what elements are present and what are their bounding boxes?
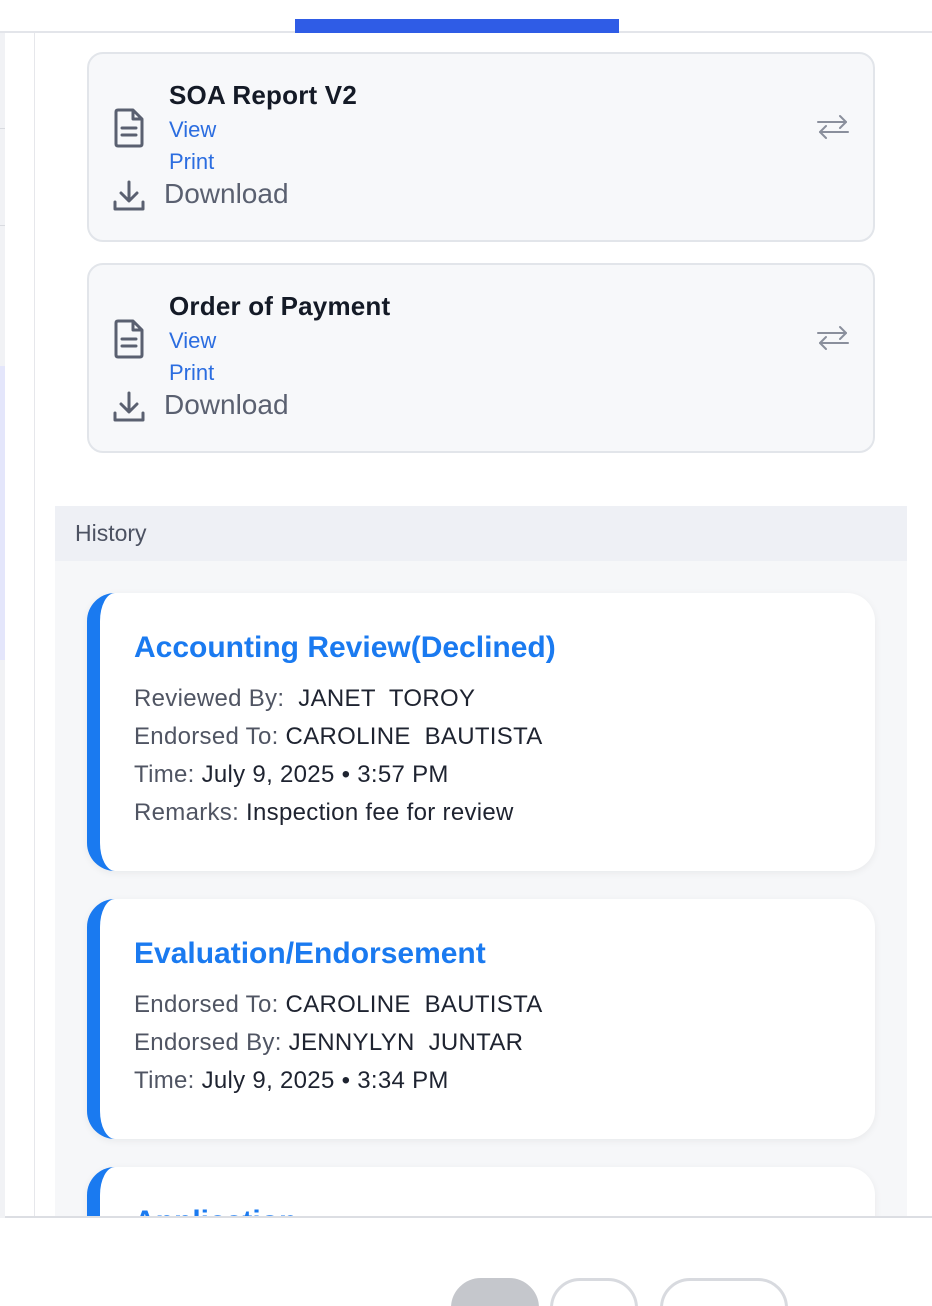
history-entry-title: Evaluation/Endorsement (134, 937, 486, 970)
history-entry-line: Endorsed To: CAROLINE BAUTISTA (134, 991, 543, 1019)
bottom-action-bar (5, 1216, 932, 1306)
download-link[interactable]: Download (164, 389, 289, 421)
history-entry-line: Remarks: Inspection fee for review (134, 799, 514, 827)
history-entry: Application (87, 1167, 875, 1218)
file-text-icon (114, 319, 144, 359)
sidebar-divider (0, 225, 5, 226)
field-value: July 9, 2025 • 3:57 PM (194, 761, 449, 788)
documents-panel: SOA Report V2 View Print Download Order … (34, 33, 932, 1218)
history-title: History (75, 520, 147, 546)
field-label: Endorsed By: (134, 1029, 282, 1056)
swap-arrows-icon[interactable] (815, 112, 851, 142)
field-value: JENNYLYN JUNTAR (281, 1029, 524, 1056)
field-label: Endorsed To: (134, 723, 279, 750)
history-list: Accounting Review(Declined) Reviewed By:… (55, 561, 907, 1218)
download-icon[interactable] (111, 178, 147, 214)
history-entry: Accounting Review(Declined) Reviewed By:… (87, 593, 875, 871)
swap-arrows-icon[interactable] (815, 323, 851, 353)
field-value: CAROLINE BAUTISTA (278, 723, 543, 750)
field-label: Time: (134, 761, 195, 788)
field-value: July 9, 2025 • 3:34 PM (194, 1067, 449, 1094)
download-icon[interactable] (111, 389, 147, 425)
field-value: Inspection fee for review (239, 799, 514, 826)
sidebar-active-item[interactable] (0, 366, 5, 660)
action-button[interactable] (550, 1278, 638, 1306)
history-section-header: History (55, 506, 907, 561)
history-entry-title: Accounting Review(Declined) (134, 631, 556, 664)
view-link[interactable]: View (169, 328, 216, 354)
file-text-icon (114, 108, 144, 148)
active-tab-indicator[interactable] (295, 19, 619, 33)
history-entry-line: Endorsed By: JENNYLYN JUNTAR (134, 1029, 523, 1057)
field-value: JANET TOROY (284, 685, 476, 712)
download-link[interactable]: Download (164, 178, 289, 210)
page: SOA Report V2 View Print Download Order … (0, 0, 932, 1306)
top-tab-bar (0, 0, 932, 33)
document-title: SOA Report V2 (169, 80, 358, 110)
document-card-order-of-payment: Order of Payment View Print Download (87, 263, 875, 453)
history-entry-line: Time: July 9, 2025 • 3:57 PM (134, 761, 449, 789)
field-label: Time: (134, 1067, 195, 1094)
history-entry: Evaluation/Endorsement Endorsed To: CARO… (87, 899, 875, 1139)
field-label: Reviewed By: (134, 685, 285, 712)
field-value: CAROLINE BAUTISTA (278, 991, 543, 1018)
history-entry-line: Time: July 9, 2025 • 3:34 PM (134, 1067, 449, 1095)
history-entry-line: Reviewed By: JANET TOROY (134, 685, 475, 713)
view-link[interactable]: View (169, 117, 216, 143)
history-entry-line: Endorsed To: CAROLINE BAUTISTA (134, 723, 543, 751)
document-title: Order of Payment (169, 291, 391, 321)
action-button-primary[interactable] (451, 1278, 539, 1306)
field-label: Endorsed To: (134, 991, 279, 1018)
action-button[interactable] (660, 1278, 788, 1306)
document-card-soa-report: SOA Report V2 View Print Download (87, 52, 875, 242)
print-link[interactable]: Print (169, 360, 214, 386)
sidebar-divider (0, 128, 5, 129)
field-label: Remarks: (134, 799, 240, 826)
print-link[interactable]: Print (169, 149, 214, 175)
